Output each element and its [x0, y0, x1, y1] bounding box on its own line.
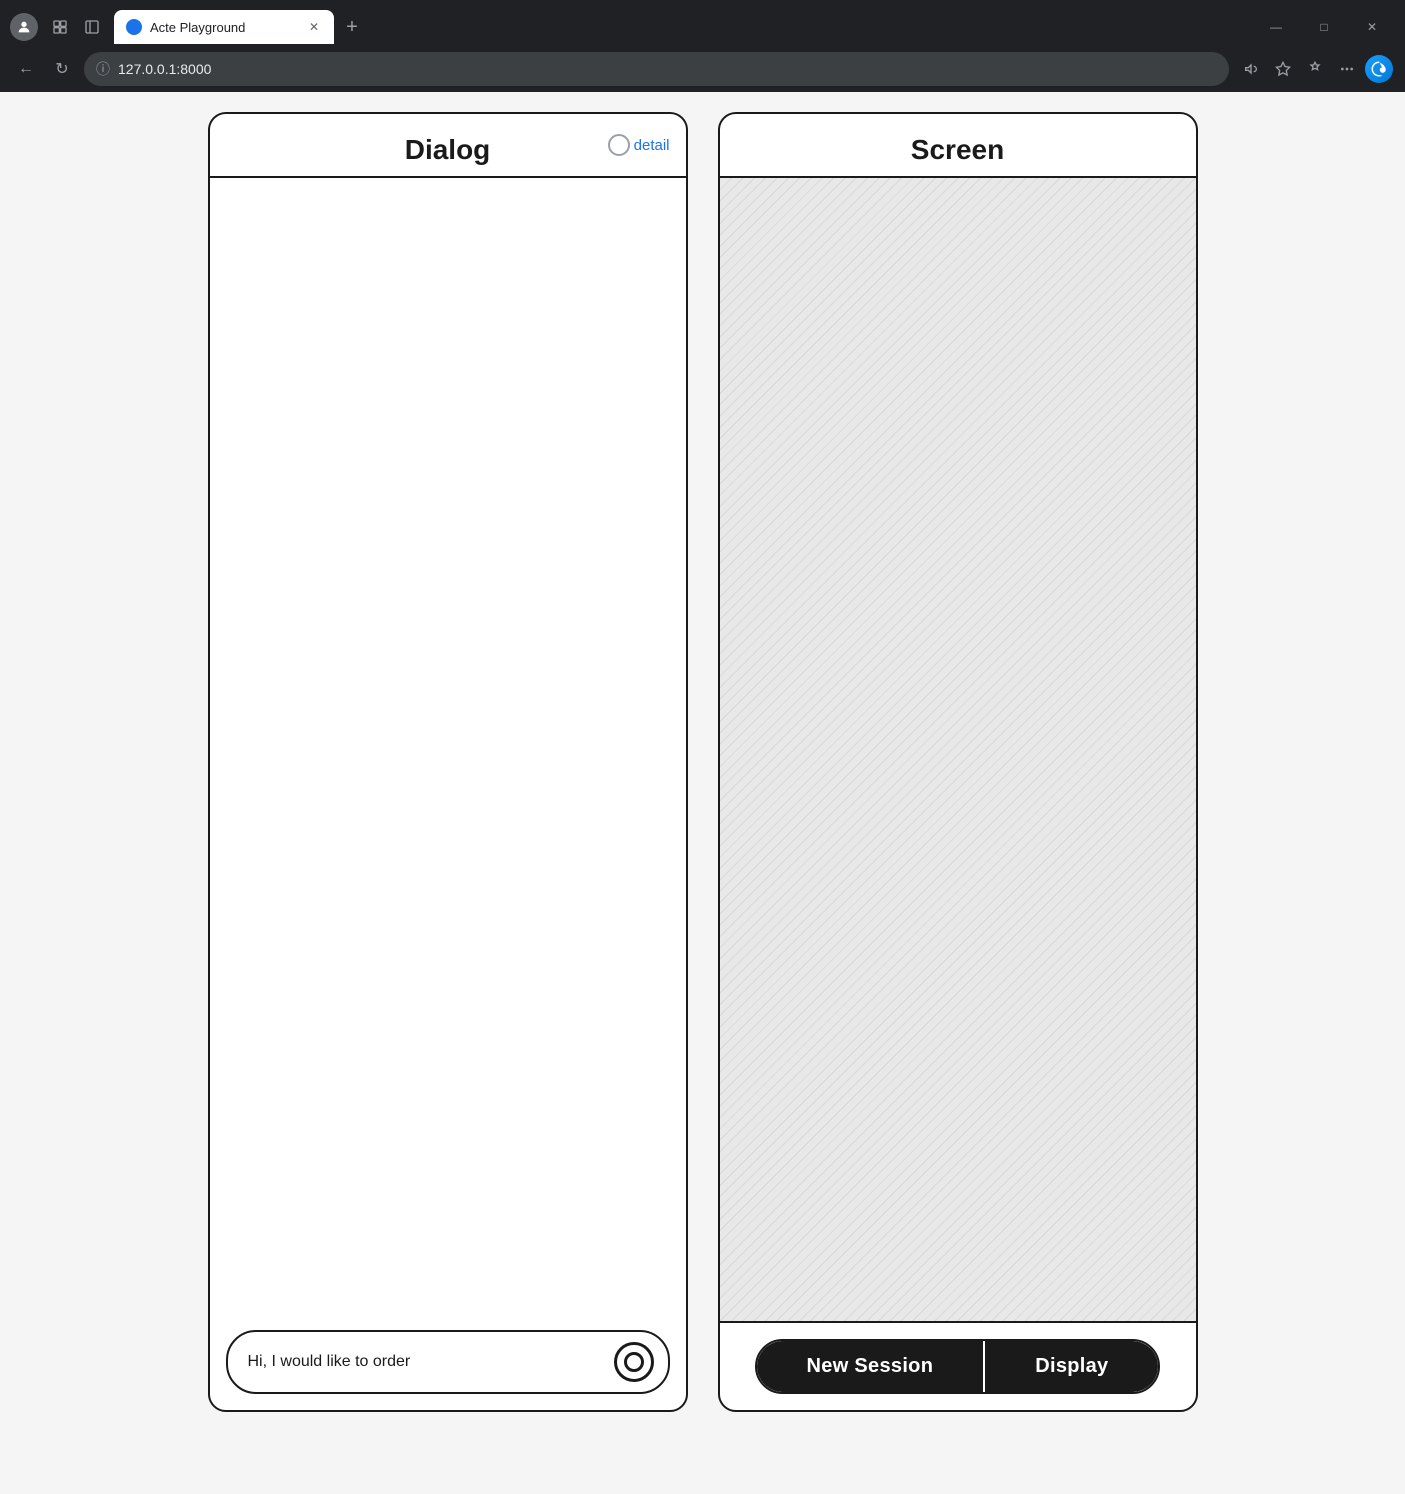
- edge-logo[interactable]: [1365, 55, 1393, 83]
- address-text: 127.0.0.1:8000: [118, 61, 1217, 77]
- detail-link[interactable]: detail: [608, 134, 670, 156]
- new-tab-btn[interactable]: +: [338, 13, 366, 41]
- sidebar-icon-btn[interactable]: [78, 13, 106, 41]
- send-icon: [624, 1352, 644, 1372]
- page-content: Dialog detail Screen New Session: [0, 92, 1405, 1494]
- dialog-body: [210, 178, 686, 1318]
- read-aloud-icon[interactable]: [1237, 55, 1265, 83]
- screen-display-area: [720, 178, 1196, 1323]
- new-session-button[interactable]: New Session: [757, 1341, 984, 1392]
- tabs-icon-btn[interactable]: [46, 13, 74, 41]
- dialog-panel: Dialog detail: [208, 112, 688, 1412]
- address-input-wrap[interactable]: ⓘ 127.0.0.1:8000: [84, 52, 1229, 86]
- tab-bar: Acte Playground ✕ + — □ ✕: [0, 0, 1405, 46]
- chat-input-wrap: [226, 1330, 670, 1394]
- screen-buttons: New Session Display: [720, 1323, 1196, 1410]
- window-controls: — □ ✕: [1253, 11, 1395, 43]
- favorites-icon[interactable]: [1269, 55, 1297, 83]
- browser-profile[interactable]: [10, 13, 38, 41]
- info-icon: ⓘ: [96, 59, 110, 79]
- detail-label: detail: [634, 137, 670, 154]
- dialog-header: Dialog detail: [210, 114, 686, 178]
- display-button[interactable]: Display: [983, 1341, 1158, 1392]
- back-btn[interactable]: ←: [12, 55, 40, 83]
- tab-title: Acte Playground: [150, 20, 298, 35]
- active-tab[interactable]: Acte Playground ✕: [114, 10, 334, 44]
- chat-input[interactable]: [248, 1353, 606, 1371]
- close-btn[interactable]: ✕: [1349, 11, 1395, 43]
- toolbar-icons: [1237, 55, 1393, 83]
- screen-btn-group: New Session Display: [755, 1339, 1161, 1394]
- refresh-btn[interactable]: ↻: [48, 55, 76, 83]
- tab-close-btn[interactable]: ✕: [306, 19, 322, 35]
- minimize-btn[interactable]: —: [1253, 11, 1299, 43]
- more-icon[interactable]: [1333, 55, 1361, 83]
- screen-header: Screen: [720, 114, 1196, 178]
- browser-chrome: Acte Playground ✕ + — □ ✕ ← ↻ ⓘ 127.0.0.…: [0, 0, 1405, 92]
- detail-circle-icon: [608, 134, 630, 156]
- extensions-icon[interactable]: [1301, 55, 1329, 83]
- address-bar: ← ↻ ⓘ 127.0.0.1:8000: [0, 46, 1405, 92]
- dialog-title: Dialog: [405, 134, 491, 166]
- tab-favicon: [126, 19, 142, 35]
- send-button[interactable]: [614, 1342, 654, 1382]
- screen-title: Screen: [911, 134, 1004, 166]
- screen-panel: Screen New Session Display: [718, 112, 1198, 1412]
- maximize-btn[interactable]: □: [1301, 11, 1347, 43]
- chat-input-area: [210, 1318, 686, 1410]
